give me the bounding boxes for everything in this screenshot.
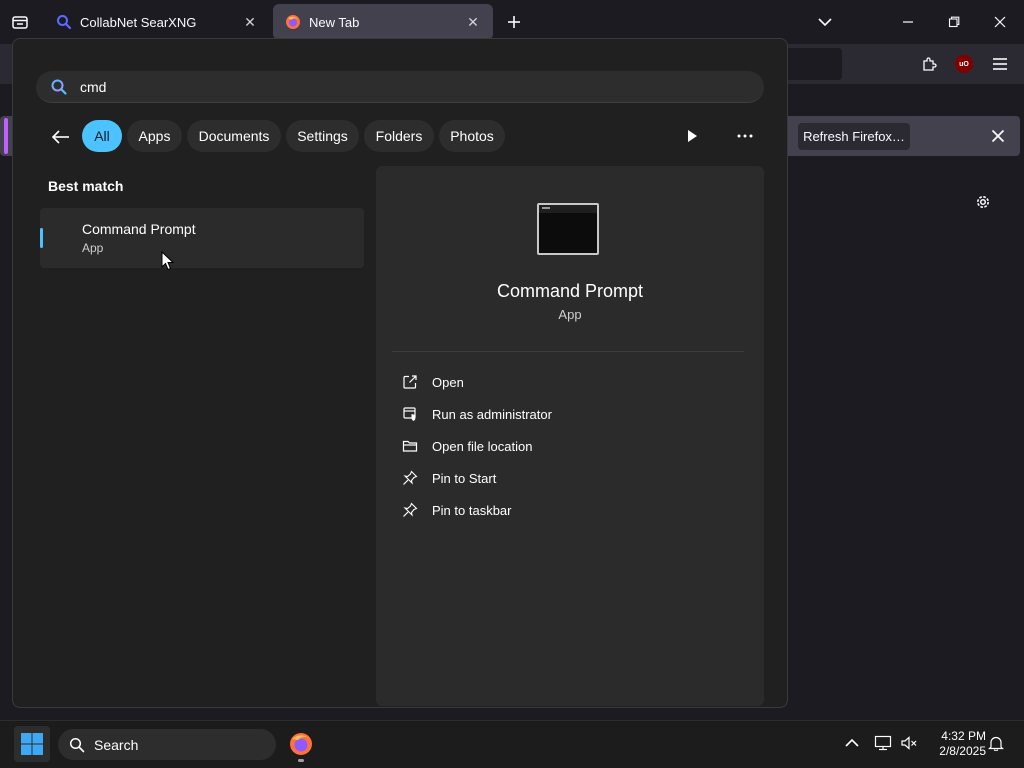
more-dots-icon xyxy=(737,134,753,138)
app-menu-button[interactable] xyxy=(988,52,1012,76)
bell-icon xyxy=(988,736,1004,751)
firefox-icon xyxy=(290,733,312,755)
action-label: Open file location xyxy=(432,438,533,454)
action-pin-to-taskbar[interactable]: Pin to taskbar xyxy=(400,498,512,522)
new-tab-settings-button[interactable] xyxy=(971,190,995,214)
pin-icon xyxy=(400,468,420,488)
start-button[interactable] xyxy=(14,726,50,762)
action-label: Pin to Start xyxy=(432,470,497,486)
admin-shield-icon xyxy=(400,404,420,424)
action-run-as-administrator[interactable]: Run as administrator xyxy=(400,402,552,426)
close-icon xyxy=(991,129,1005,143)
action-open[interactable]: Open xyxy=(400,370,464,394)
action-label: Pin to taskbar xyxy=(432,502,512,518)
action-open-file-location[interactable]: Open file location xyxy=(400,434,532,458)
hamburger-menu-icon xyxy=(993,58,1007,70)
chevron-down-icon xyxy=(818,18,832,27)
folder-icon xyxy=(400,436,420,456)
filter-chip-photos[interactable]: Photos xyxy=(439,120,505,152)
taskbar-firefox-button[interactable] xyxy=(286,728,316,762)
restore-button[interactable] xyxy=(940,8,968,36)
refresh-firefox-button[interactable]: Refresh Firefox… xyxy=(798,123,910,150)
play-triangle-icon xyxy=(688,130,697,142)
ublock-shield-icon: uO xyxy=(955,55,973,73)
taskbar-search-label: Search xyxy=(94,736,139,753)
clock-time: 4:32 PM xyxy=(941,729,986,743)
notification-close-button[interactable] xyxy=(986,124,1010,148)
action-label: Open xyxy=(432,374,464,390)
tab-label: CollabNet SearXNG xyxy=(80,14,197,30)
selection-accent xyxy=(40,228,43,248)
taskbar-clock[interactable]: 4:32 PM 2/8/2025 xyxy=(924,729,986,759)
search-icon xyxy=(68,736,86,754)
more-filters-button[interactable] xyxy=(680,124,704,148)
arrow-left-icon xyxy=(51,130,69,144)
ublock-origin-button[interactable]: uO xyxy=(952,52,976,76)
tab-label: New Tab xyxy=(309,14,360,30)
pin-icon xyxy=(400,500,420,520)
search-icon xyxy=(50,78,68,96)
tab-close-icon[interactable]: ✕ xyxy=(242,14,258,30)
result-type: App xyxy=(82,241,104,255)
gear-icon xyxy=(977,196,989,208)
preview-app-name: Command Prompt xyxy=(496,281,644,301)
running-indicator xyxy=(298,759,304,762)
firefox-view-button[interactable] xyxy=(8,10,32,34)
more-options-button[interactable] xyxy=(732,124,758,148)
result-command-prompt[interactable]: Command Prompt App xyxy=(40,208,364,268)
preview-app-type: App xyxy=(558,307,582,322)
windows-logo-icon xyxy=(21,733,43,755)
open-external-icon xyxy=(400,372,420,392)
new-tab-button[interactable] xyxy=(502,10,526,34)
filter-chip-apps[interactable]: Apps xyxy=(127,120,182,152)
chevron-up-icon xyxy=(845,738,859,747)
filter-chip-all[interactable]: All xyxy=(82,120,122,152)
action-label: Run as administrator xyxy=(432,406,552,422)
minimize-icon xyxy=(903,21,913,23)
firefox-favicon-icon xyxy=(285,14,301,30)
search-favicon-icon xyxy=(56,14,72,30)
command-prompt-icon xyxy=(537,203,599,255)
preview-divider xyxy=(392,351,744,352)
clock-date: 2/8/2025 xyxy=(939,744,986,758)
speaker-muted-icon xyxy=(901,736,917,750)
tab-collabnet-searxng[interactable]: CollabNet SearXNG ✕ xyxy=(44,4,270,40)
close-icon xyxy=(994,16,1006,28)
plus-icon xyxy=(508,16,520,28)
notification-accent xyxy=(4,118,8,154)
close-window-button[interactable] xyxy=(986,8,1014,36)
taskbar-search-box[interactable]: Search xyxy=(58,729,276,760)
network-monitor-icon xyxy=(874,735,892,751)
firefox-view-icon xyxy=(12,16,28,29)
minimize-button[interactable] xyxy=(894,8,922,36)
back-button[interactable] xyxy=(48,124,74,150)
show-hidden-icons-button[interactable] xyxy=(841,732,863,754)
list-all-tabs-button[interactable] xyxy=(811,8,839,36)
result-name: Command Prompt xyxy=(82,221,196,237)
action-pin-to-start[interactable]: Pin to Start xyxy=(400,466,496,490)
notifications-button[interactable] xyxy=(985,732,1007,754)
filter-chip-folders[interactable]: Folders xyxy=(364,120,434,152)
tab-close-icon[interactable]: ✕ xyxy=(465,14,481,30)
puzzle-piece-icon xyxy=(923,57,937,71)
tab-new-tab[interactable]: New Tab ✕ xyxy=(273,4,493,40)
network-button[interactable] xyxy=(872,732,894,754)
mouse-cursor-icon xyxy=(161,251,175,271)
extensions-button[interactable] xyxy=(917,52,941,76)
search-query: cmd xyxy=(80,78,107,95)
restore-icon xyxy=(948,16,960,28)
start-search-input[interactable]: cmd xyxy=(36,71,764,103)
filter-chip-documents[interactable]: Documents xyxy=(187,120,281,152)
volume-button[interactable] xyxy=(898,732,920,754)
filter-chip-settings[interactable]: Settings xyxy=(286,120,359,152)
best-match-heading: Best match xyxy=(48,178,124,194)
